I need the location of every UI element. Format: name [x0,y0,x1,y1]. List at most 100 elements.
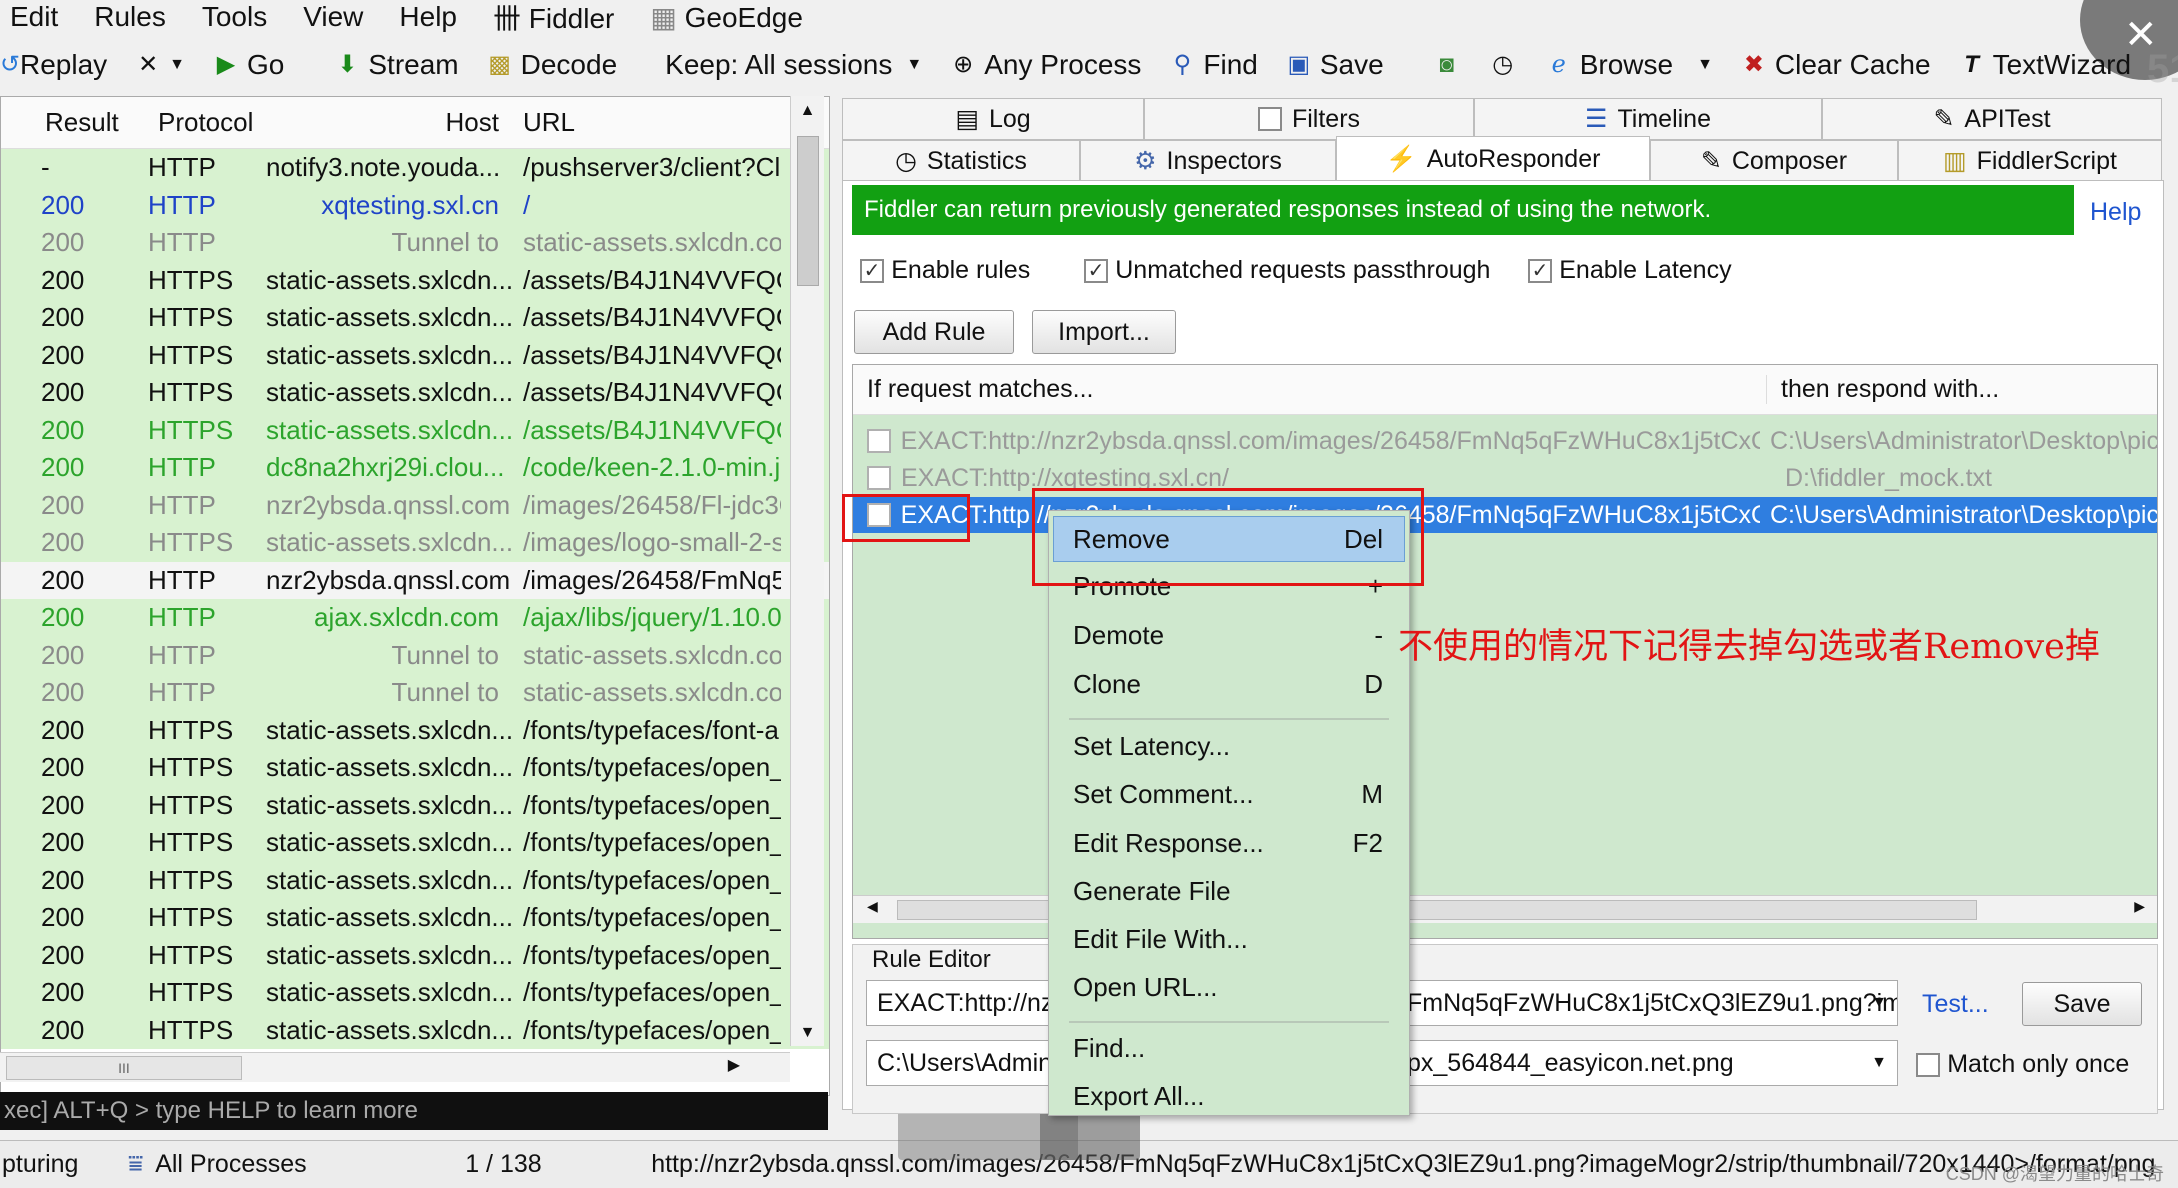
screenshot-button[interactable]: ◙ [1432,50,1462,80]
save-toolbar-button[interactable]: ▣ Save [1284,49,1384,81]
menu-item-edit-response[interactable]: Edit Response... F2 [1073,828,1383,859]
rule-checkbox[interactable] [867,429,891,453]
clear-cache-button[interactable]: ✖ Clear Cache [1739,49,1931,81]
scroll-thumb[interactable] [797,136,819,286]
save-rule-button[interactable]: Save [2022,982,2142,1026]
col-if-request-matches[interactable]: If request matches... [853,375,1767,404]
session-row[interactable]: 200 HTTPS static-assets.sxlcdn... /fonts/ty… [1,786,829,824]
enable-latency-checkbox[interactable]: ✓ Enable Latency [1528,254,1732,285]
menu-item-set-comment[interactable]: Set Comment... M [1073,779,1383,810]
browse-button[interactable]: ℯ Browse ▼ [1544,49,1713,81]
rule-row[interactable]: EXACT:http://nzr2ybsda.qnssl.com/images/… [853,423,2157,459]
enable-rules-checkbox[interactable]: ✓ Enable rules [860,254,1030,285]
menu-fiddler[interactable]: 卌 Fiddler [493,0,614,37]
tab-fiddlerscript[interactable]: ▥ FiddlerScript [1898,140,2162,182]
session-row[interactable]: 200 HTTPS static-assets.sxlcdn... /fonts/ty… [1,711,829,749]
session-row[interactable]: 200 HTTP Tunnel to static-assets.sxlcdn.com [1,224,829,262]
tab-timeline[interactable]: ☰ Timeline [1474,98,1822,140]
menu-item-label: Set Comment... [1073,779,1254,809]
menu-item-open-url[interactable]: Open URL... [1073,972,1383,1003]
col-result[interactable]: Result [1,107,136,138]
col-protocol[interactable]: Protocol [136,107,266,138]
menu-item-demote[interactable]: Demote - [1073,620,1383,651]
col-url[interactable]: URL [511,107,781,138]
replay-button[interactable]: ↺ Replay [0,49,107,81]
session-row[interactable]: 200 HTTPS static-assets.sxlcdn... /assets/B… [1,374,829,412]
session-row[interactable]: - HTTP notify3.note.youda... /pushserver3/c… [1,149,829,187]
match-once-checkbox[interactable]: Match only once [1916,1048,2129,1079]
passthrough-checkbox[interactable]: ✓ Unmatched requests passthrough [1084,254,1490,285]
tab-inspectors[interactable]: ⚙ Inspectors [1080,140,1336,182]
session-row[interactable]: 200 HTTPS static-assets.sxlcdn... /fonts/ty… [1,899,829,937]
session-url: /assets/B4J1N4VVFQG/t [523,339,781,370]
help-link[interactable]: Help [2090,198,2141,227]
tab-log[interactable]: ▤ Log [842,98,1144,140]
menu-help[interactable]: Help [399,1,457,33]
menu-item-find[interactable]: Find... [1073,1033,1383,1064]
menu-edit[interactable]: Edit [10,1,58,33]
find-button[interactable]: ⚲ Find [1167,49,1258,81]
menu-item-generate-file[interactable]: Generate File [1073,876,1383,907]
decode-button[interactable]: ▩ Decode [485,49,617,81]
session-row[interactable]: 200 HTTP Tunnel to static-assets.sxlcdn.com [1,636,829,674]
session-row[interactable]: 200 HTTPS static-assets.sxlcdn... /fonts/ty… [1,974,829,1012]
session-result: 200 [41,939,85,970]
tab-statistics[interactable]: ◷ Statistics [842,140,1080,182]
session-row[interactable]: 200 HTTP nzr2ybsda.qnssl.com/images/26458/… [1,561,829,599]
session-row[interactable]: 200 HTTPS static-assets.sxlcdn... /assets/B… [1,411,829,449]
session-row[interactable]: 200 HTTP xqtesting.sxl.cn / [1,186,829,224]
tab-inspectors-label: Inspectors [1166,146,1282,175]
menu-item-edit-file-with[interactable]: Edit File With... [1073,924,1383,955]
session-row[interactable]: 200 HTTPS static-assets.sxlcdn... /fonts/ty… [1,936,829,974]
session-protocol: HTTPS [148,377,234,408]
col-host[interactable]: Host [266,107,511,138]
menu-item-shortcut: D [1364,669,1383,699]
session-row[interactable]: 200 HTTPS static-assets.sxlcdn... /assets/B… [1,299,829,337]
keep-sessions-dropdown[interactable]: Keep: All sessions ▼ [665,49,922,81]
timer-button[interactable]: ◷ [1488,50,1518,80]
menu-view[interactable]: View [303,1,363,33]
session-row[interactable]: 200 HTTPS static-assets.sxlcdn... /images/l… [1,524,829,562]
menu-geoedge[interactable]: ▦ GeoEdge [650,1,803,34]
quickexec-input[interactable]: xec] ALT+Q > type HELP to learn more [0,1092,828,1130]
rule-checkbox[interactable] [867,466,891,490]
sessions-horizontal-scrollbar[interactable]: III ▶ [0,1052,790,1082]
menu-item-set-latency[interactable]: Set Latency... [1073,731,1383,762]
col-then-respond-with[interactable]: then respond with... [1767,375,1999,404]
session-row[interactable]: 200 HTTPS static-assets.sxlcdn... /fonts/ty… [1,1011,829,1049]
stream-button[interactable]: ⬇ Stream [332,49,458,81]
tab-autoresponder[interactable]: ⚡ AutoResponder [1336,136,1650,182]
capturing-status[interactable]: pturing [2,1150,112,1179]
tab-composer[interactable]: ✎ Composer [1650,140,1898,182]
import-button[interactable]: Import... [1032,310,1176,354]
process-filter[interactable]: All Processes [155,1150,425,1179]
textwizard-button[interactable]: T TextWizard [1957,49,2131,81]
menu-item-shortcut: - [1374,620,1383,650]
rule-respond-value: C:\Users\Admini [877,1049,1058,1077]
menu-tools[interactable]: Tools [202,1,267,33]
session-row[interactable]: 200 HTTPS static-assets.sxlcdn... /fonts/ty… [1,861,829,899]
tab-composer-label: Composer [1731,146,1848,175]
hscroll-thumb[interactable]: III [6,1056,242,1080]
menu-rules[interactable]: Rules [94,1,166,33]
tab-filters[interactable]: Filters [1144,98,1474,140]
session-row[interactable]: 200 HTTPS static-assets.sxlcdn... /fonts/ty… [1,749,829,787]
session-result: 200 [41,639,85,670]
session-row[interactable]: 200 HTTPS static-assets.sxlcdn... /assets/B… [1,261,829,299]
session-protocol: HTTPS [148,752,234,783]
session-row[interactable]: 200 HTTP nzr2ybsda.qnssl.com/images/26458/… [1,486,829,524]
any-process-button[interactable]: ⊕ Any Process [948,49,1141,81]
session-row[interactable]: 200 HTTPS static-assets.sxlcdn... /fonts/ty… [1,824,829,862]
tab-apitest[interactable]: ✎ APITest [1822,98,2162,140]
session-row[interactable]: 200 HTTP ajax.sxlcdn.com/ajax/libs/jquery/… [1,599,829,637]
sessions-vertical-scrollbar[interactable]: ▲ ▼ [790,96,824,1046]
session-row[interactable]: 200 HTTP dc8na2hxrj29i.clou... /code/keen-2… [1,449,829,487]
add-rule-button[interactable]: Add Rule [854,310,1014,354]
test-link[interactable]: Test... [1922,990,1989,1019]
session-row[interactable]: 200 HTTP Tunnel to static-assets.sxlcdn.com [1,674,829,712]
menu-item-export-all[interactable]: Export All... [1073,1081,1383,1112]
go-button[interactable]: ▶ Go [211,49,285,81]
remove-dropdown-button[interactable]: ✕ ▼ [133,50,185,80]
session-row[interactable]: 200 HTTPS static-assets.sxlcdn... /assets/B… [1,336,829,374]
menu-item-clone[interactable]: Clone D [1073,669,1383,700]
